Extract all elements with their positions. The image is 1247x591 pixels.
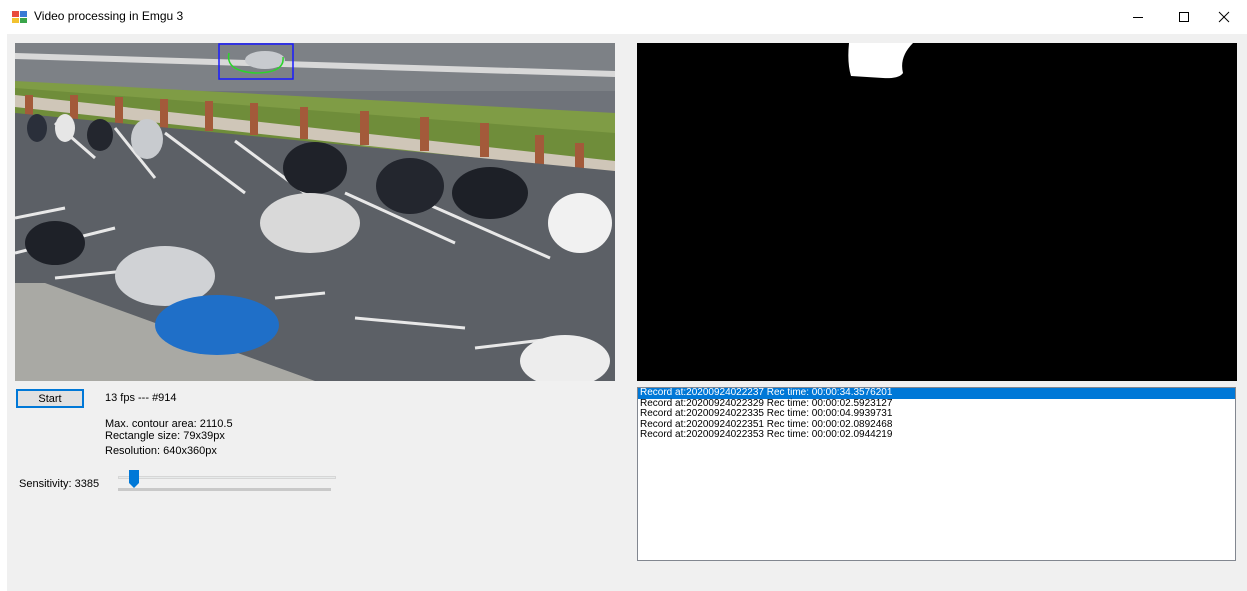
title-bar[interactable]: Video processing in Emgu 3 — [0, 0, 1247, 34]
slider-track — [118, 476, 336, 479]
camera-feed-image — [15, 43, 615, 381]
maximize-icon — [1179, 12, 1189, 22]
close-icon — [1218, 11, 1230, 23]
resolution-label: Resolution: 640x360px — [105, 445, 217, 457]
minimize-button[interactable] — [1115, 0, 1161, 34]
client-area: Start 13 fps --- #914 Max. contour area:… — [7, 34, 1247, 591]
slider-thumb-icon[interactable] — [129, 470, 140, 488]
app-window-icon — [12, 11, 27, 23]
close-button[interactable] — [1201, 0, 1247, 34]
records-listbox[interactable]: Record at:20200924022237 Rec time: 00:00… — [637, 387, 1236, 561]
minimize-icon — [1133, 17, 1143, 18]
records-list: Record at:20200924022237 Rec time: 00:00… — [638, 388, 1235, 441]
start-button[interactable]: Start — [16, 389, 84, 408]
app-window: Video processing in Emgu 3 Start 13 fps … — [0, 0, 1247, 591]
sensitivity-label: Sensitivity: 3385 — [19, 478, 100, 490]
contour-area-label: Max. contour area: 2110.5 — [105, 418, 233, 430]
record-list-item[interactable]: Record at:20200924022237 Rec time: 00:00… — [638, 388, 1235, 399]
fps-label: 13 fps --- #914 — [105, 392, 177, 404]
record-list-item[interactable]: Record at:20200924022353 Rec time: 00:00… — [638, 429, 1235, 441]
rectangle-size-label: Rectangle size: 79x39px — [105, 430, 225, 442]
window-title: Video processing in Emgu 3 — [34, 9, 184, 23]
sensitivity-slider[interactable] — [118, 467, 336, 497]
record-list-item[interactable]: Record at:20200924022335 Rec time: 00:00… — [638, 408, 1235, 420]
motion-mask-image — [637, 43, 1237, 381]
slider-baseline — [118, 488, 331, 491]
